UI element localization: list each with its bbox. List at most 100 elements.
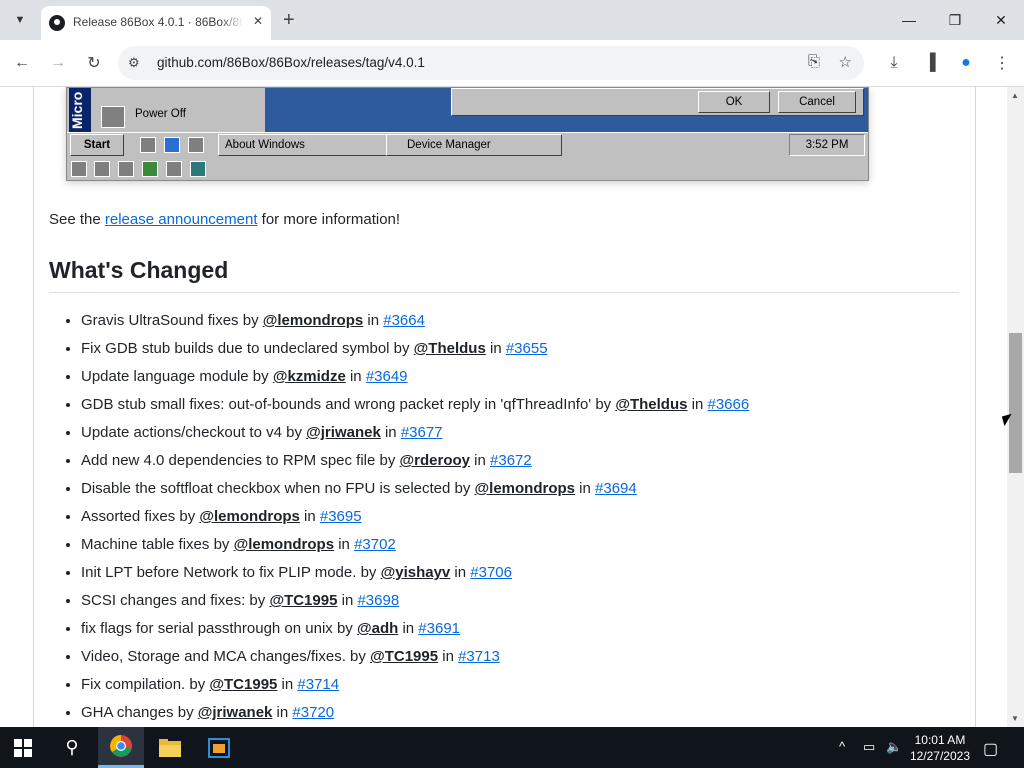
change-in: in: [470, 452, 491, 469]
change-item: Assorted fixes by @lemondrops in #3695: [81, 503, 981, 531]
url-text[interactable]: github.com/86Box/86Box/releases/tag/v4.0…: [157, 55, 425, 70]
windows-start-button[interactable]: [0, 727, 46, 768]
cancel-button: Cancel: [778, 91, 856, 113]
pr-link[interactable]: #3702: [354, 536, 396, 553]
start-button: Start: [70, 134, 124, 156]
tray-overflow-icon[interactable]: ^: [839, 739, 845, 754]
pr-link[interactable]: #3649: [366, 368, 408, 385]
pr-link[interactable]: #3706: [470, 564, 512, 581]
taskbar-time: 10:01 AM: [914, 733, 966, 747]
forward-arrow-icon: →: [50, 54, 66, 71]
release-announcement-link[interactable]: release announcement: [105, 211, 258, 228]
author-link[interactable]: @rderooy: [400, 452, 470, 469]
pr-link[interactable]: #3695: [320, 508, 362, 525]
author-link[interactable]: @TC1995: [370, 648, 438, 665]
address-bar[interactable]: ⚙ github.com/86Box/86Box/releases/tag/v4…: [118, 46, 864, 80]
menu-button[interactable]: ⋮: [991, 52, 1013, 74]
kebab-menu-icon: ⋮: [994, 55, 1010, 72]
close-window-button[interactable]: ✕: [978, 0, 1024, 40]
pr-link[interactable]: #3691: [418, 620, 460, 637]
author-link[interactable]: @kzmidze: [273, 368, 346, 385]
browser-toolbar: ← → ↻ ⚙ github.com/86Box/86Box/releases/…: [0, 40, 1024, 87]
author-link[interactable]: @lemondrops: [263, 312, 363, 329]
taskbar-date: 12/27/2023: [909, 749, 970, 763]
site-info-icon[interactable]: ⚙: [128, 55, 140, 71]
status-icon: [190, 161, 206, 177]
pr-link[interactable]: #3713: [458, 648, 500, 665]
pr-link[interactable]: #3677: [401, 424, 443, 441]
scrollbar-thumb[interactable]: [1009, 333, 1022, 473]
author-link[interactable]: @jriwanek: [198, 704, 273, 721]
change-in: in: [687, 396, 708, 413]
bookmark-star-icon[interactable]: ☆: [839, 53, 852, 71]
tab-search-button[interactable]: ▼: [9, 9, 31, 31]
pr-link[interactable]: #3664: [383, 312, 425, 329]
minimize-button[interactable]: —: [886, 0, 932, 40]
page-scrollbar[interactable]: ▲ ▼: [1007, 87, 1024, 727]
back-arrow-icon: ←: [14, 54, 30, 71]
back-button[interactable]: ←: [11, 52, 33, 74]
author-link[interactable]: @jriwanek: [306, 424, 381, 441]
scroll-up-icon[interactable]: ▲: [1011, 91, 1019, 100]
folder-icon: [159, 738, 181, 757]
reload-button[interactable]: ↻: [83, 52, 105, 74]
browser-tab[interactable]: Release 86Box 4.0.1 · 86Box/86Box ✕: [41, 6, 271, 40]
pr-link[interactable]: #3698: [357, 592, 399, 609]
chrome-taskbar-button[interactable]: [98, 727, 144, 768]
notifications-icon[interactable]: ▢: [983, 739, 998, 759]
author-link[interactable]: @lemondrops: [475, 480, 575, 497]
change-item: fix flags for serial passthrough on unix…: [81, 615, 981, 643]
change-text: GDB stub small fixes: out-of-bounds and …: [81, 396, 616, 413]
forward-button[interactable]: →: [47, 52, 69, 74]
author-link[interactable]: @lemondrops: [234, 536, 334, 553]
change-item: Fix compilation. by @TC1995 in #3714: [81, 671, 981, 699]
pr-link[interactable]: #3655: [506, 340, 548, 357]
page-content: Micro Power Off OK Cancel Start About Wi…: [0, 87, 1007, 727]
chevron-down-icon: ▼: [14, 14, 26, 26]
profile-button[interactable]: ●: [955, 52, 977, 74]
author-link[interactable]: @yishayv: [381, 564, 451, 581]
install-app-icon[interactable]: ⎘: [808, 53, 820, 70]
taskbar-clock[interactable]: 10:01 AM 12/27/2023: [910, 732, 970, 764]
author-link[interactable]: @TC1995: [269, 592, 337, 609]
change-in: in: [485, 340, 506, 357]
heading-divider: [49, 292, 959, 293]
change-in: in: [345, 368, 366, 385]
change-item: Machine table fixes by @lemondrops in #3…: [81, 531, 981, 559]
new-tab-button[interactable]: +: [283, 10, 295, 30]
author-link[interactable]: @Theldus: [615, 396, 687, 413]
author-link[interactable]: @Theldus: [414, 340, 486, 357]
change-in: in: [272, 704, 293, 721]
author-link[interactable]: @adh: [357, 620, 398, 637]
change-in: in: [363, 312, 384, 329]
change-text: fix flags for serial passthrough on unix…: [81, 620, 357, 637]
change-in: in: [277, 676, 298, 693]
close-tab-icon[interactable]: ✕: [253, 14, 263, 28]
downloads-button[interactable]: ⤓: [883, 52, 905, 74]
volume-muted-icon[interactable]: 🔈: [886, 739, 902, 755]
maximize-button[interactable]: ❐: [932, 0, 978, 40]
file-explorer-button[interactable]: [147, 727, 193, 768]
pr-link[interactable]: #3694: [595, 480, 637, 497]
change-text: Init LPT before Network to fix PLIP mode…: [81, 564, 381, 581]
pr-link[interactable]: #3666: [708, 396, 750, 413]
author-link[interactable]: @lemondrops: [199, 508, 299, 525]
pr-link[interactable]: #3720: [292, 704, 334, 721]
change-item: Gravis UltraSound fixes by @lemondrops i…: [81, 307, 981, 335]
search-button[interactable]: ⚲: [49, 727, 95, 768]
win95-status-bar: [67, 157, 868, 180]
side-panel-icon: ▐: [924, 54, 936, 71]
pr-link[interactable]: #3714: [297, 676, 339, 693]
scroll-down-icon[interactable]: ▼: [1011, 714, 1019, 723]
pr-link[interactable]: #3672: [490, 452, 532, 469]
change-text: Update actions/checkout to v4 by: [81, 424, 307, 441]
status-icon: [142, 161, 158, 177]
side-panel-button[interactable]: ▐: [919, 52, 941, 74]
app-taskbar-button[interactable]: [196, 727, 242, 768]
change-item: SCSI changes and fixes: by @TC1995 in #3…: [81, 587, 981, 615]
ok-button: OK: [698, 91, 770, 113]
change-item: Add new 4.0 dependencies to RPM spec fil…: [81, 447, 981, 475]
author-link[interactable]: @TC1995: [209, 676, 277, 693]
network-icon[interactable]: ▭: [863, 739, 875, 755]
change-item: Fix GDB stub builds due to undeclared sy…: [81, 335, 981, 363]
